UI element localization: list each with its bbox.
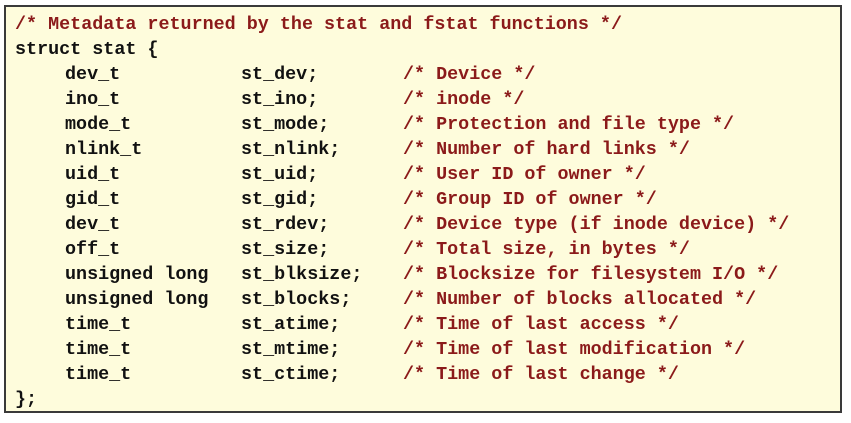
field-row: dev_t st_rdev; /* Device type (if inode … — [15, 213, 835, 238]
field-comment: /* Time of last change */ — [403, 364, 679, 385]
field-type: unsigned long — [65, 264, 209, 285]
field-name: st_mtime; — [241, 339, 341, 360]
field-name: st_ino; — [241, 89, 319, 110]
field-row: time_t st_mtime; /* Time of last modific… — [15, 338, 835, 363]
field-row: uid_t st_uid; /* User ID of owner */ — [15, 163, 835, 188]
field-type: time_t — [65, 339, 132, 360]
field-row: mode_t st_mode; /* Protection and file t… — [15, 113, 835, 138]
field-row: unsigned long st_blksize; /* Blocksize f… — [15, 263, 835, 288]
field-comment: /* Total size, in bytes */ — [403, 239, 690, 260]
field-type: unsigned long — [65, 289, 209, 310]
field-comment: /* Time of last access */ — [403, 314, 679, 335]
field-type: dev_t — [65, 214, 121, 235]
field-name: st_uid; — [241, 164, 319, 185]
field-comment: /* Group ID of owner */ — [403, 189, 657, 210]
field-comment: /* Device type (if inode device) */ — [403, 214, 790, 235]
field-name: st_gid; — [241, 189, 319, 210]
field-comment: /* User ID of owner */ — [403, 164, 646, 185]
field-type: mode_t — [65, 114, 132, 135]
field-name: st_blksize; — [241, 264, 363, 285]
field-row: gid_t st_gid; /* Group ID of owner */ — [15, 188, 835, 213]
field-type: nlink_t — [65, 139, 143, 160]
field-type: uid_t — [65, 164, 121, 185]
field-row: dev_t st_dev; /* Device */ — [15, 63, 835, 88]
field-name: st_dev; — [241, 64, 319, 85]
struct-open: struct stat { — [15, 39, 159, 60]
field-name: st_size; — [241, 239, 330, 260]
field-type: ino_t — [65, 89, 121, 110]
field-name: st_nlink; — [241, 139, 341, 160]
field-row: off_t st_size; /* Total size, in bytes *… — [15, 238, 835, 263]
field-type: off_t — [65, 239, 121, 260]
field-name: st_atime; — [241, 314, 341, 335]
field-comment: /* Time of last modification */ — [403, 339, 746, 360]
field-row: time_t st_atime; /* Time of last access … — [15, 313, 835, 338]
header-comment: /* Metadata returned by the stat and fst… — [15, 14, 622, 35]
field-type: time_t — [65, 314, 132, 335]
code-listing: /* Metadata returned by the stat and fst… — [4, 5, 842, 413]
field-comment: /* Blocksize for filesystem I/O */ — [403, 264, 779, 285]
field-comment: /* inode */ — [403, 89, 525, 110]
field-name: st_rdev; — [241, 214, 330, 235]
struct-close: }; — [15, 389, 38, 410]
field-type: time_t — [65, 364, 132, 385]
field-row: nlink_t st_nlink; /* Number of hard link… — [15, 138, 835, 163]
field-comment: /* Number of blocks allocated */ — [403, 289, 757, 310]
field-name: st_mode; — [241, 114, 330, 135]
field-row: unsigned long st_blocks; /* Number of bl… — [15, 288, 835, 313]
field-comment: /* Device */ — [403, 64, 536, 85]
field-name: st_ctime; — [241, 364, 341, 385]
field-type: gid_t — [65, 189, 121, 210]
field-row: time_t st_ctime; /* Time of last change … — [15, 363, 835, 388]
field-type: dev_t — [65, 64, 121, 85]
field-comment: /* Protection and file type */ — [403, 114, 735, 135]
field-comment: /* Number of hard links */ — [403, 139, 690, 160]
field-name: st_blocks; — [241, 289, 352, 310]
field-row: ino_t st_ino; /* inode */ — [15, 88, 835, 113]
